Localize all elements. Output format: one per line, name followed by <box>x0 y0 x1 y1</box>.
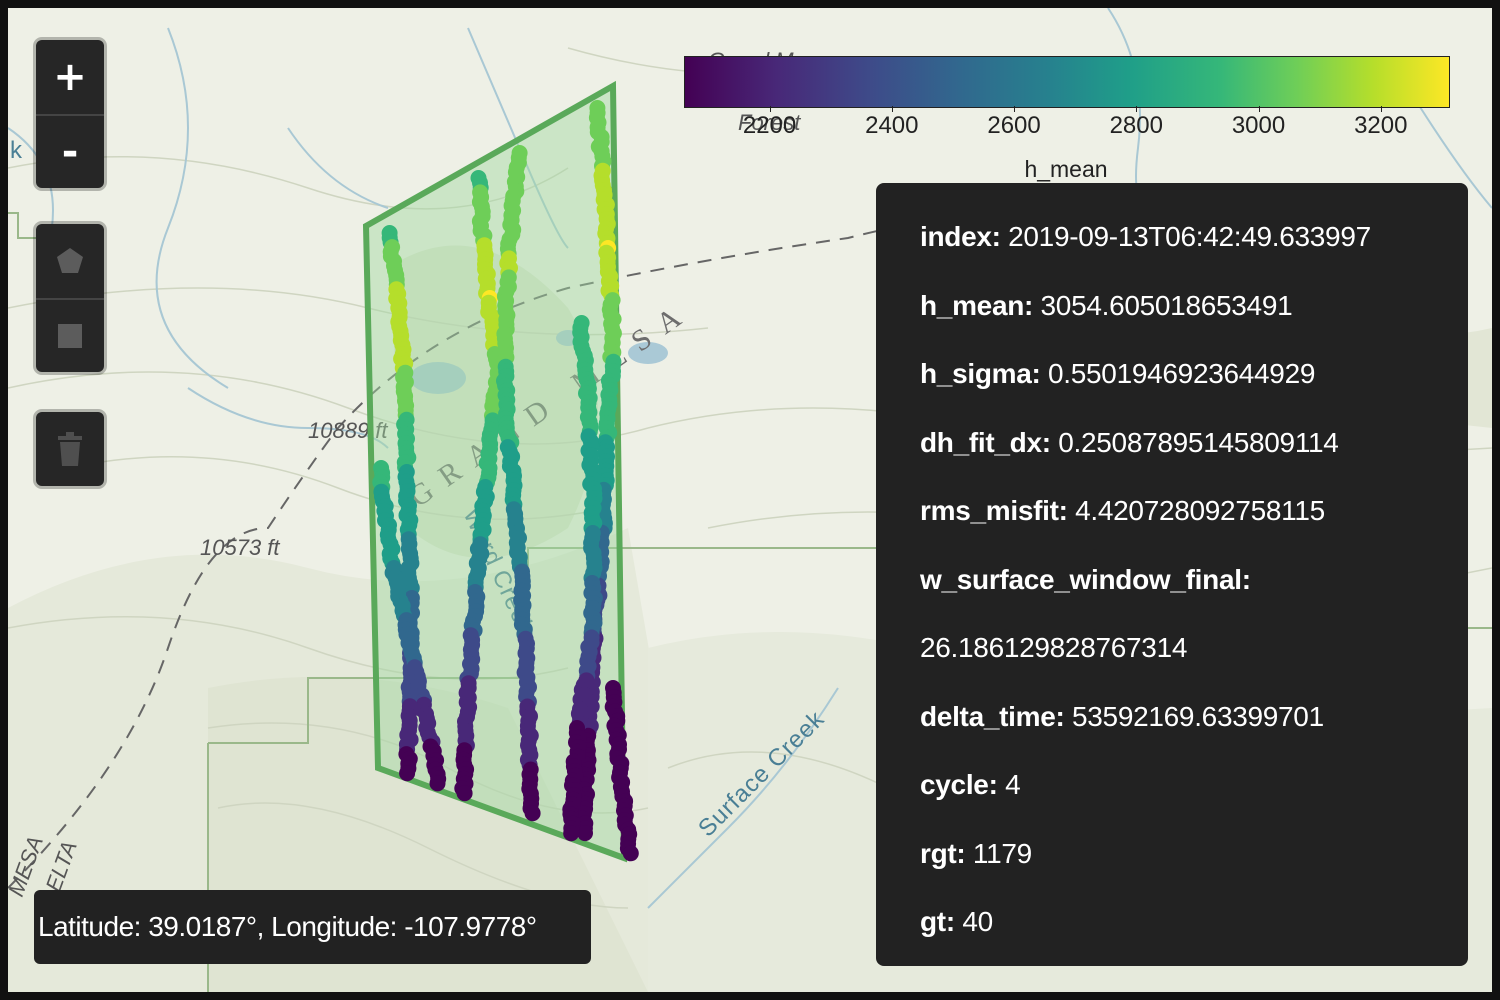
colorbar-tick-label: 3000 <box>1219 112 1299 140</box>
popup-key: rms_misfit: <box>920 495 1068 526</box>
attribute-popup: index: 2019-09-13T06:42:49.633997 h_mean:… <box>876 183 1468 966</box>
popup-value: 40 <box>955 906 993 937</box>
popup-row: h_mean: 3054.605018653491 <box>920 272 1468 341</box>
popup-value: 53592169.63399701 <box>1065 701 1324 732</box>
polygon-icon <box>55 246 85 276</box>
popup-value: 26.186129828767314 <box>920 632 1187 663</box>
popup-key: delta_time: <box>920 701 1065 732</box>
popup-row: index: 2019-09-13T06:42:49.633997 <box>920 203 1468 272</box>
popup-value: 0.5501946923644929 <box>1041 358 1316 389</box>
popup-row: rgt: 1179 <box>920 820 1468 889</box>
track-point[interactable] <box>399 765 415 781</box>
draw-rectangle-button[interactable] <box>36 298 104 372</box>
track-point[interactable] <box>430 775 446 791</box>
colorbar-label: h_mean <box>684 156 1448 183</box>
popup-key: dh_fit_dx: <box>920 427 1051 458</box>
popup-key: h_mean: <box>920 290 1033 321</box>
track-point[interactable] <box>457 785 473 801</box>
popup-row: h_sigma: 0.5501946923644929 <box>920 340 1468 409</box>
colorbar-tick-label: 2800 <box>1096 112 1176 140</box>
popup-value: 3054.605018653491 <box>1033 290 1292 321</box>
draw-toolbar <box>36 224 104 372</box>
track-point[interactable] <box>525 805 541 821</box>
popup-row: 26.186129828767314 <box>920 614 1468 683</box>
colorbar-legend: h_mean 2200 2400 2600 2800 3000 3200 <box>684 56 1452 196</box>
popup-key: gt: <box>920 906 955 937</box>
popup-value: 0.25087895145809114 <box>1051 427 1339 458</box>
popup-value: 4.420728092758115 <box>1068 495 1325 526</box>
popup-key: rgt: <box>920 838 965 869</box>
popup-row: delta_time: 53592169.63399701 <box>920 683 1468 752</box>
popup-value: 4 <box>998 769 1021 800</box>
delete-layers-button[interactable] <box>36 412 104 486</box>
trash-icon <box>56 432 84 466</box>
track-point[interactable] <box>563 825 579 841</box>
popup-row: w_surface_window_final: <box>920 546 1468 615</box>
popup-row: dh_fit_dx: 0.25087895145809114 <box>920 409 1468 478</box>
track-point[interactable] <box>623 845 639 861</box>
draw-polygon-button[interactable] <box>36 224 104 298</box>
popup-row: cycle: 4 <box>920 751 1468 820</box>
colorbar-tick-label: 2600 <box>974 112 1054 140</box>
popup-value: 2019-09-13T06:42:49.633997 <box>1001 221 1371 252</box>
coordinates-readout: Latitude: 39.0187°, Longitude: -107.9778… <box>34 890 591 964</box>
colorbar-gradient <box>684 56 1450 108</box>
colorbar-tick-label: 2400 <box>852 112 932 140</box>
popup-key: index: <box>920 221 1001 252</box>
elevation-label-10573: 10573 ft <box>200 535 280 560</box>
creek-left-label: k <box>10 137 23 164</box>
popup-row: gt: 40 <box>920 888 1468 957</box>
colorbar-tick-label: 3200 <box>1341 112 1421 140</box>
popup-key: cycle: <box>920 769 998 800</box>
map-frame[interactable]: 10889 ft 10573 ft GRAND MESA Surface Cre… <box>0 0 1500 1000</box>
popup-key: w_surface_window_final: <box>920 564 1251 595</box>
popup-key: h_sigma: <box>920 358 1041 389</box>
zoom-control: + - <box>36 40 104 188</box>
popup-row: rms_misfit: 4.420728092758115 <box>920 477 1468 546</box>
colorbar-tick-label: 2200 <box>730 112 810 140</box>
zoom-in-button[interactable]: + <box>36 40 104 114</box>
zoom-out-button[interactable]: - <box>36 114 104 188</box>
popup-value: 1179 <box>965 838 1032 869</box>
square-icon <box>57 323 83 349</box>
delete-toolbar <box>36 412 104 486</box>
